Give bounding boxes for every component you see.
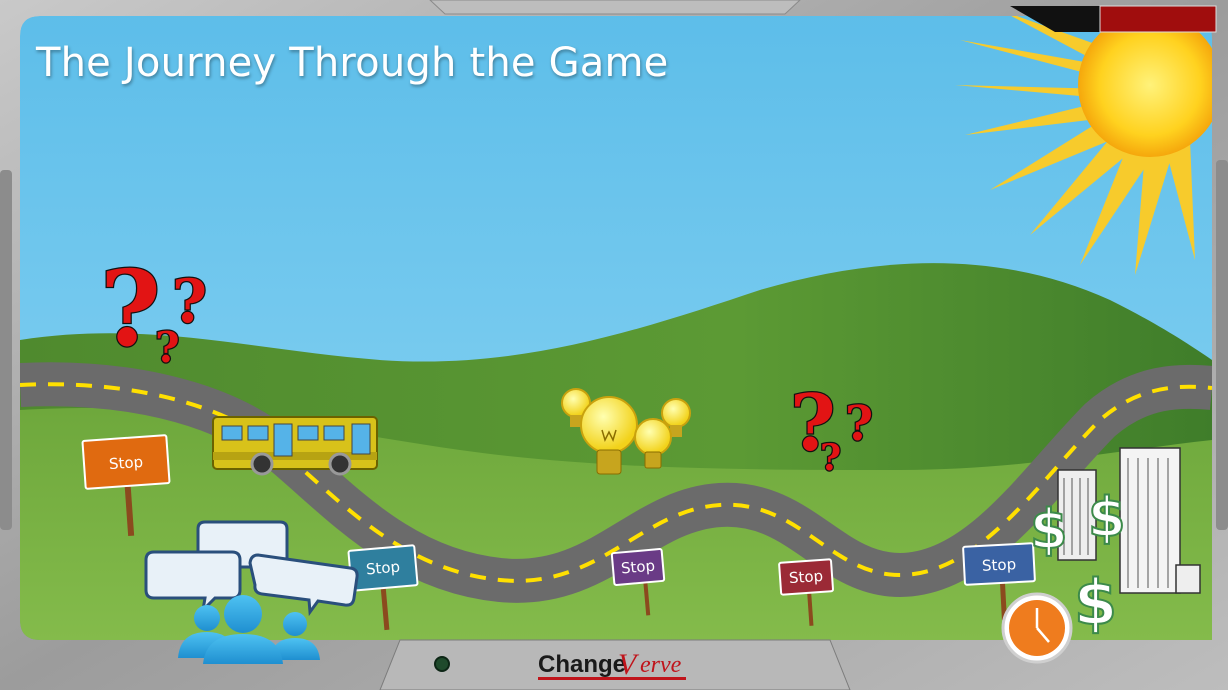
journey-scene: ? ? ? ? ? ? Stop Stop Stop Stop Stop $ $…: [0, 0, 1228, 690]
logo-suffix: erve: [640, 652, 682, 678]
question-mark-icon: ?: [845, 396, 873, 452]
clock-icon: [1001, 592, 1073, 664]
logo-prefix: Change: [538, 651, 626, 678]
question-mark-icon: ?: [820, 437, 841, 479]
dollar-sign-icon: $: [1074, 566, 1117, 639]
frame-top-notch: [429, 0, 801, 15]
bus-icon: [212, 416, 378, 476]
frame-left-rail: [0, 170, 12, 530]
stop-sign-label: Stop: [108, 453, 143, 473]
stop-sign-label: Stop: [982, 555, 1017, 575]
question-mark-icon: ?: [155, 323, 180, 372]
slide: ? ? ? ? ? ? Stop Stop Stop Stop Stop $ $…: [0, 0, 1228, 690]
changeverve-logo: Change V erve: [538, 648, 686, 681]
page-title: The Journey Through the Game: [36, 40, 669, 86]
stop-sign-label: Stop: [365, 558, 401, 579]
frame-right-rail: [1216, 160, 1228, 530]
question-mark-icon: ?: [100, 247, 161, 370]
dollar-sign-icon: $: [1030, 498, 1068, 561]
stop-sign-label: Stop: [788, 567, 823, 587]
dollar-sign-icon: $: [1088, 486, 1126, 549]
stop-sign-label: Stop: [620, 557, 656, 578]
indicator-light-icon: [434, 656, 450, 672]
